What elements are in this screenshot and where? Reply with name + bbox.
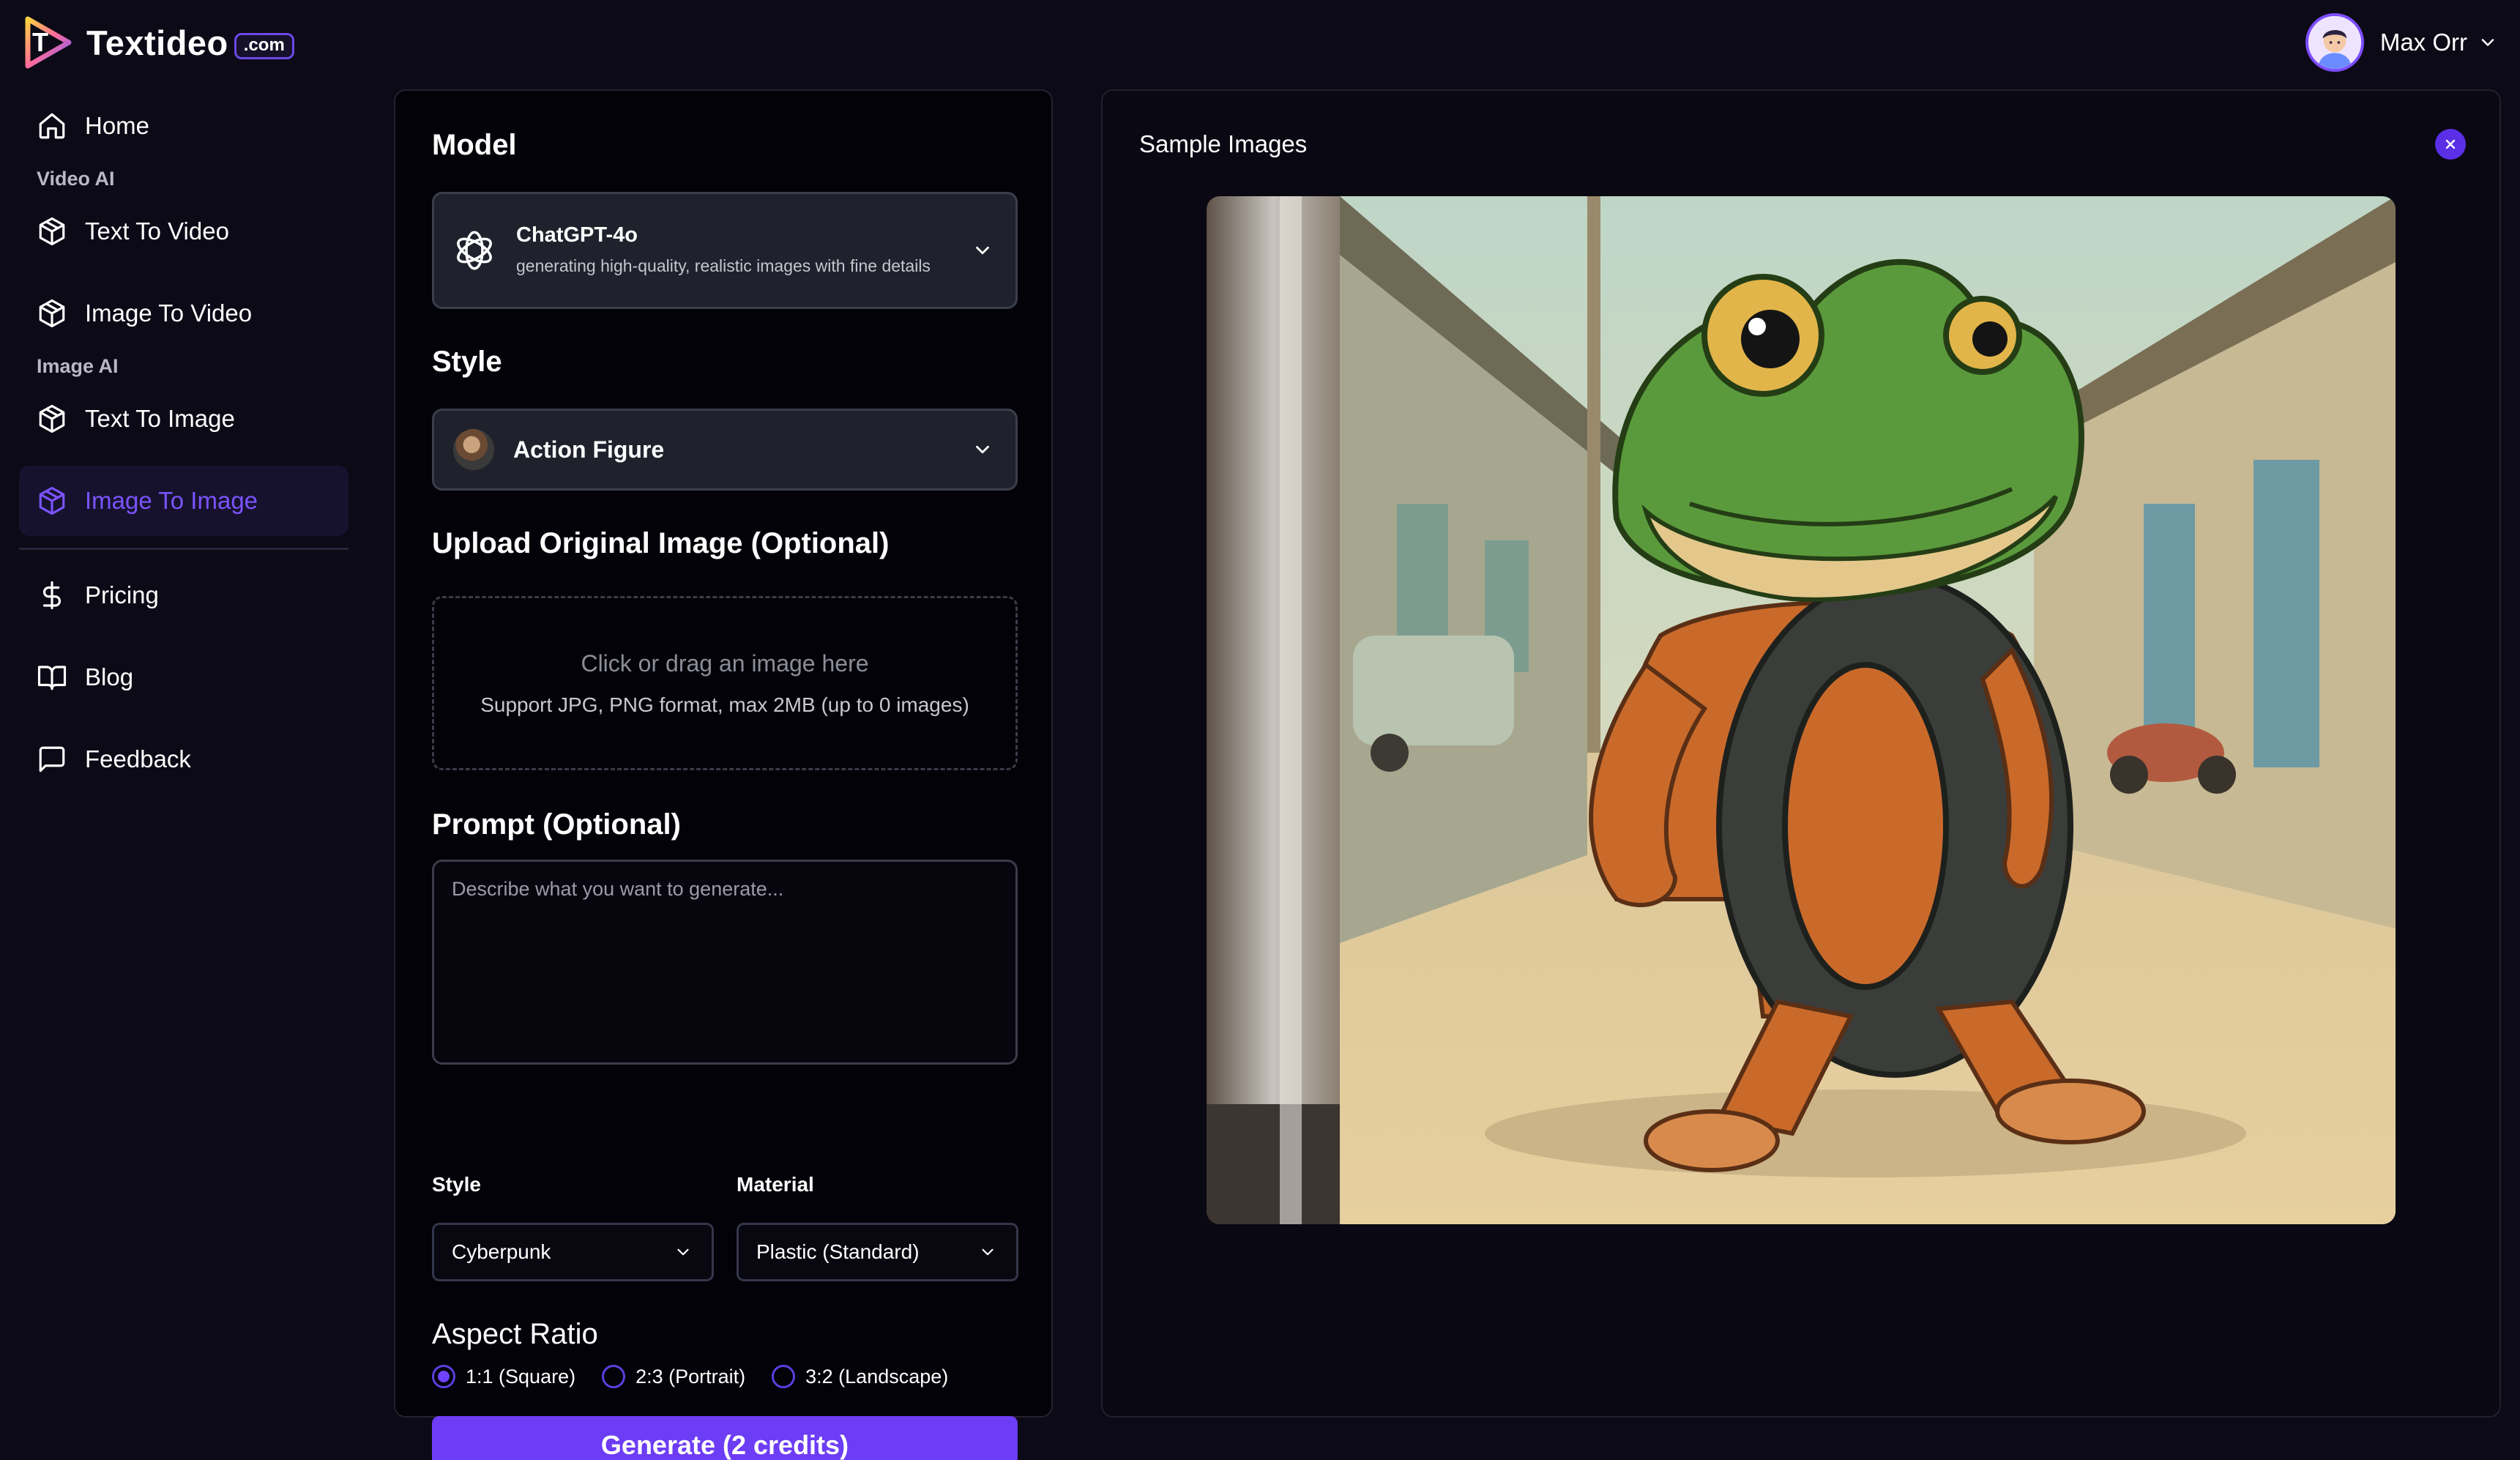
- sidebar-item-label: Image To Image: [85, 487, 258, 514]
- upload-format-hint: Support JPG, PNG format, max 2MB (up to …: [480, 693, 969, 716]
- avatar: [2305, 13, 2364, 72]
- radio-label: 3:2 (Landscape): [805, 1365, 949, 1388]
- user-name: Max Orr: [2379, 29, 2467, 56]
- radio-label: 1:1 (Square): [466, 1365, 576, 1388]
- sidebar-item-label: Home: [85, 112, 150, 139]
- aspect-ratio-heading: Aspect Ratio: [432, 1318, 598, 1350]
- aspect-option-square[interactable]: 1:1 (Square): [432, 1365, 575, 1388]
- sidebar-item-home[interactable]: Home: [19, 91, 348, 161]
- home-icon: [39, 113, 65, 139]
- sidebar-item-image-to-image[interactable]: Image To Image: [19, 466, 348, 536]
- dollar-icon: [42, 581, 61, 610]
- image-upload-dropzone[interactable]: Click or drag an image here Support JPG,…: [432, 596, 1018, 770]
- model-description: generating high-quality, realistic image…: [516, 256, 931, 275]
- material-dropdown[interactable]: Plastic (Standard): [737, 1223, 1018, 1281]
- model-heading: Model: [432, 129, 517, 161]
- sidebar-item-label: Image To Video: [85, 299, 253, 327]
- aspect-option-landscape[interactable]: 3:2 (Landscape): [772, 1365, 948, 1388]
- user-menu[interactable]: Max Orr: [2305, 13, 2498, 72]
- sidebar-item-label: Feedback: [85, 745, 191, 772]
- radio-label: 2:3 (Portrait): [635, 1365, 746, 1388]
- section-label-image-ai: Image AI: [37, 354, 119, 377]
- style-select[interactable]: Action Figure: [432, 409, 1018, 491]
- chevron-down-icon: [982, 1248, 994, 1256]
- prompt-heading: Prompt (Optional): [432, 808, 681, 841]
- sidebar-item-label: Text To Image: [85, 405, 235, 432]
- sidebar-item-label: Blog: [85, 663, 134, 690]
- radio-button[interactable]: [602, 1365, 626, 1388]
- style-thumbnail: [453, 429, 494, 470]
- message-square-icon: [39, 746, 65, 772]
- style-dropdown-value: Cyberpunk: [452, 1240, 551, 1263]
- book-icon: [37, 666, 67, 690]
- generate-button[interactable]: Generate (2 credits): [432, 1416, 1018, 1460]
- brand-name: Textideo: [86, 23, 228, 62]
- style-dropdown[interactable]: Cyberpunk: [432, 1223, 714, 1281]
- chevron-down-icon: [976, 445, 989, 454]
- sample-image: [1207, 196, 2396, 1224]
- brand-logo-link[interactable]: T Textideo .com: [22, 13, 294, 72]
- material-label: Material: [737, 1173, 814, 1196]
- sidebar-item-text-to-image[interactable]: Text To Image: [19, 384, 348, 454]
- upload-instruction: Click or drag an image here: [581, 649, 869, 677]
- material-dropdown-value: Plastic (Standard): [756, 1240, 920, 1263]
- cube-icon: [39, 299, 65, 328]
- sample-images-title: Sample Images: [1139, 130, 1308, 157]
- cube-icon: [39, 217, 65, 246]
- upload-heading: Upload Original Image (Optional): [432, 527, 890, 559]
- svg-text:T: T: [32, 27, 48, 57]
- style-label: Style: [432, 1173, 481, 1196]
- section-label-video-ai: Video AI: [37, 167, 115, 190]
- openai-logo-icon: [457, 231, 492, 270]
- close-button[interactable]: [2435, 129, 2466, 160]
- close-icon: [2445, 139, 2456, 149]
- model-select[interactable]: ChatGPT-4o generating high-quality, real…: [432, 192, 1018, 309]
- sample-images-panel: Sample Images: [1101, 89, 2501, 1418]
- chevron-down-icon: [976, 246, 989, 255]
- chevron-down-icon: [2481, 39, 2494, 46]
- sidebar-item-blog[interactable]: Blog: [19, 642, 348, 712]
- generation-form-panel: Model ChatGPT-4o generating high-quality…: [394, 89, 1053, 1460]
- radio-button[interactable]: [772, 1365, 796, 1388]
- brand-tld-badge: .com: [234, 33, 294, 59]
- sidebar-divider: [19, 548, 348, 550]
- aspect-ratio-group: 1:1 (Square) 2:3 (Portrait) 3:2 (Landsca…: [432, 1365, 974, 1388]
- style-name: Action Figure: [513, 436, 665, 463]
- model-name: ChatGPT-4o: [516, 223, 638, 247]
- sidebar-item-text-to-video[interactable]: Text To Video: [19, 196, 348, 267]
- sidebar-item-pricing[interactable]: Pricing: [19, 560, 348, 630]
- textideo-logo-icon: T: [25, 16, 72, 69]
- sidebar-item-label: Text To Video: [85, 217, 229, 245]
- chevron-down-icon: [677, 1248, 689, 1256]
- sidebar-item-image-to-video[interactable]: Image To Video: [19, 278, 348, 349]
- radio-button[interactable]: [432, 1365, 455, 1388]
- cube-icon: [39, 404, 65, 433]
- cube-icon: [39, 486, 65, 515]
- sidebar-item-feedback[interactable]: Feedback: [19, 724, 348, 794]
- sidebar-item-label: Pricing: [85, 581, 159, 608]
- sidebar: Home Video AI Text To Video Image To Vid…: [19, 91, 348, 794]
- style-heading: Style: [432, 346, 502, 378]
- aspect-option-portrait[interactable]: 2:3 (Portrait): [602, 1365, 745, 1388]
- prompt-input[interactable]: [432, 860, 1018, 1065]
